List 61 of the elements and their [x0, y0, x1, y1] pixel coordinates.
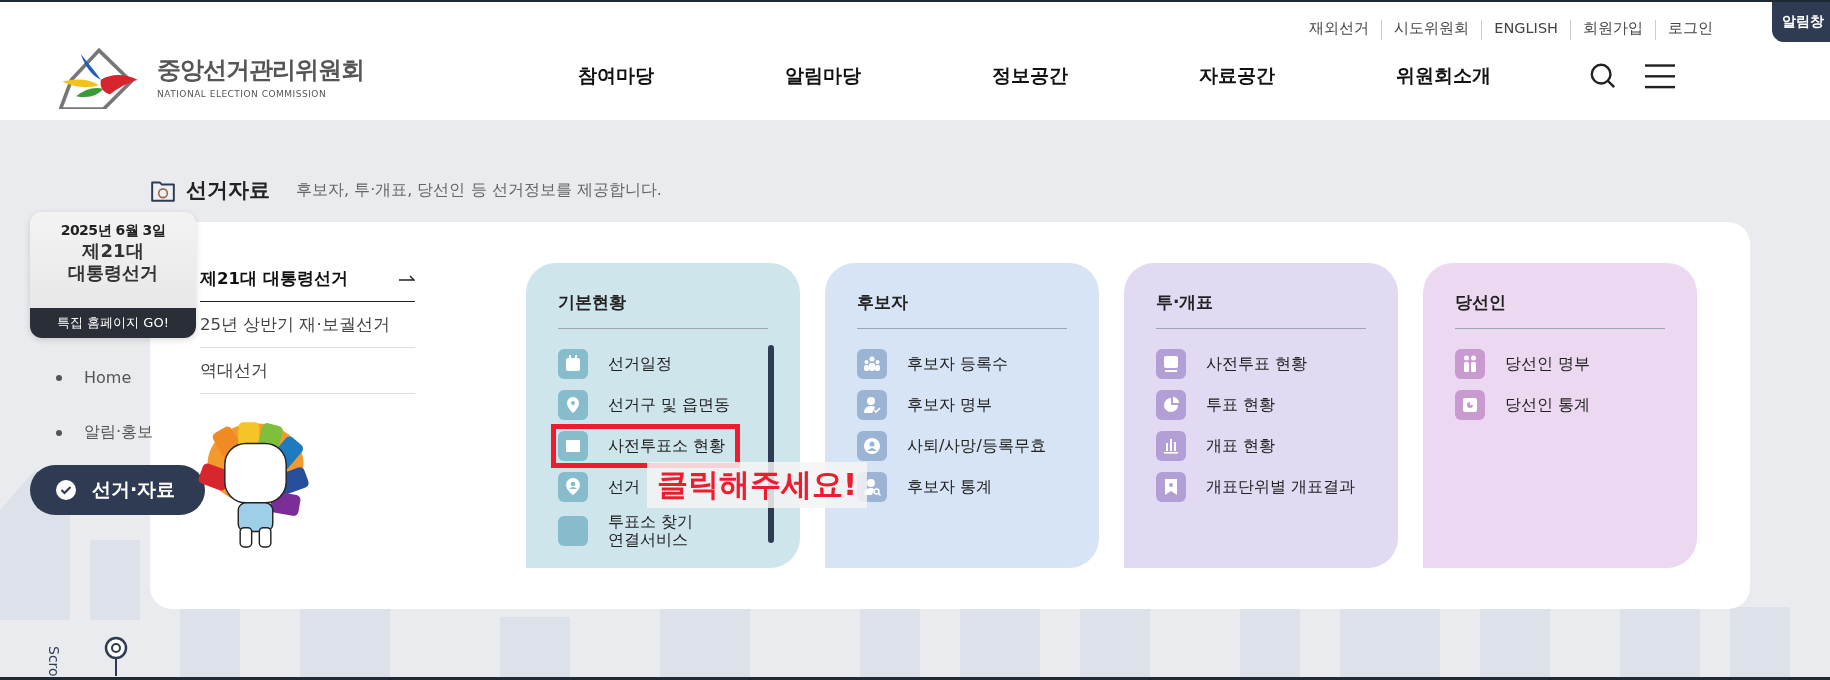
card-link[interactable]: 투표소 찾기 연결서비스: [558, 513, 758, 549]
promo-date: 2025년 6월 3일: [60, 222, 166, 240]
section-description: 후보자, 투·개표, 당선인 등 선거정보를 제공합니다.: [296, 179, 662, 201]
nav-item[interactable]: 정보공간: [926, 63, 1133, 89]
card-link[interactable]: 투표 현황: [1156, 390, 1276, 420]
utility-link[interactable]: 회원가입: [1570, 20, 1655, 40]
bookmark-icon: [1156, 472, 1186, 502]
search-icon[interactable]: [1589, 62, 1617, 90]
side-menu-item[interactable]: 알림·홍보: [30, 405, 205, 460]
election-tab[interactable]: 제21대 대통령선거: [200, 256, 415, 302]
election-tab[interactable]: 역대선거: [200, 348, 415, 394]
pie-chart-icon: [1156, 390, 1186, 420]
bar-chart-icon: [1156, 431, 1186, 461]
logo-name: 중앙선거관리위원회: [157, 54, 364, 86]
square-icon: [558, 515, 588, 546]
card-title: 기본현황: [558, 291, 768, 329]
promo-heading: 제21대: [82, 240, 144, 262]
nav-item[interactable]: 참여마당: [512, 63, 719, 89]
card-link[interactable]: 후보자 명부: [857, 390, 993, 420]
promo-heading: 대통령선거: [68, 262, 158, 284]
nav-item[interactable]: 알림마당: [719, 63, 926, 89]
card-link[interactable]: 개표단위별 개표결과: [1156, 472, 1356, 502]
utility-link[interactable]: 재외선거: [1297, 20, 1382, 40]
card-title: 투·개표: [1156, 291, 1366, 329]
annotation-callout: 클릭해주세요!: [647, 462, 868, 508]
scroll-indicator-icon: [104, 636, 128, 676]
scroll-hint: Scro: [46, 646, 62, 678]
notice-tab[interactable]: 알림창: [1772, 2, 1830, 42]
utility-link[interactable]: 로그인: [1655, 20, 1713, 40]
pin-icon: [558, 390, 588, 420]
utility-link[interactable]: ENGLISH: [1481, 20, 1570, 40]
side-menu-item[interactable]: 선거·자료: [30, 465, 205, 515]
nav-item[interactable]: 위원회소개: [1340, 63, 1547, 89]
card-link[interactable]: 당선인 통계: [1455, 390, 1591, 420]
card-link[interactable]: 선거: [558, 472, 640, 502]
calendar-icon: [558, 349, 588, 379]
card-link[interactable]: 개표 현황: [1156, 431, 1276, 461]
election-tab[interactable]: 25년 상반기 재·보궐선거: [200, 302, 415, 348]
person-pin-icon: [558, 472, 588, 502]
two-people-icon: [1455, 349, 1485, 379]
person-check-icon: [857, 390, 887, 420]
promo-banner[interactable]: 2025년 6월 3일 제21대 대통령선거 특집 홈페이지 GO!: [30, 212, 196, 338]
section-title: 선거자료: [186, 177, 270, 204]
logo-subtitle: NATIONAL ELECTION COMMISSION: [157, 88, 328, 99]
card-link[interactable]: 선거일정: [558, 349, 672, 379]
chart-card-icon: [1455, 390, 1485, 420]
menu-icon[interactable]: [1645, 62, 1675, 90]
card-title: 당선인: [1455, 291, 1665, 329]
nav-item[interactable]: 자료공간: [1133, 63, 1340, 89]
utility-link[interactable]: 시도위원회: [1381, 20, 1482, 40]
card-link[interactable]: 후보자 등록수: [857, 349, 1009, 379]
check-icon: [56, 480, 76, 500]
card-link[interactable]: 사퇴/사망/등록무효: [857, 431, 1046, 461]
people-icon: [857, 349, 887, 379]
promo-link[interactable]: 특집 홈페이지 GO!: [30, 308, 196, 338]
card-link[interactable]: 사전투표 현황: [1156, 349, 1308, 379]
card-title: 후보자: [857, 291, 1067, 329]
card-link[interactable]: 당선인 명부: [1455, 349, 1591, 379]
ballot-icon: [558, 431, 588, 461]
monitor-icon: [1156, 349, 1186, 379]
card-link[interactable]: 선거구 및 읍면동: [558, 390, 731, 420]
